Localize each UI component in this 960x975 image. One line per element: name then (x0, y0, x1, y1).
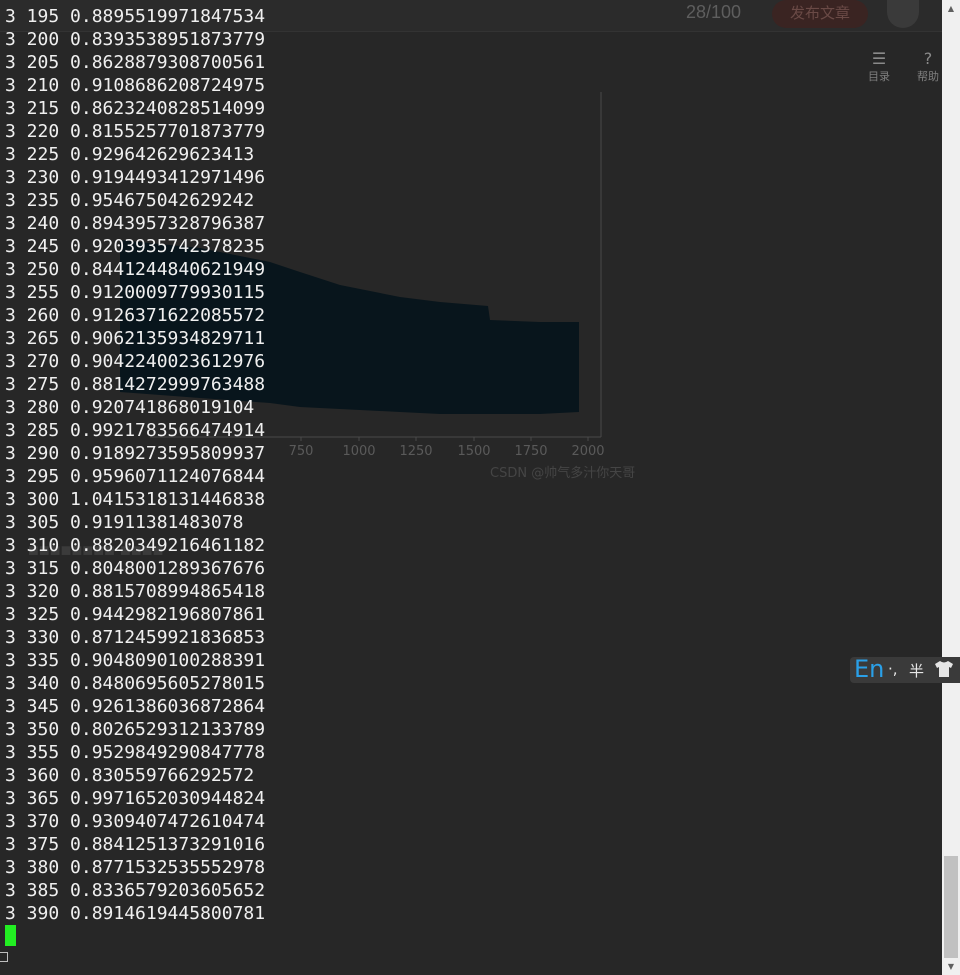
terminal-output: 3 195 0.8895519971847534 3 200 0.83935389… (5, 5, 265, 925)
ime-width-toggle[interactable]: 半 (909, 660, 924, 681)
terminal-line: 3 300 1.0415318131446838 (5, 489, 266, 510)
terminal-line: 3 340 0.8480695605278015 (5, 673, 266, 694)
arrow-down-icon[interactable]: ▼ (942, 958, 960, 975)
vertical-scrollbar[interactable]: ▲ ▼ (942, 0, 960, 975)
terminal-line: 3 315 0.8048001289367676 (5, 558, 266, 579)
terminal-line: 3 290 0.9189273595809937 (5, 443, 266, 464)
terminal-line: 3 220 0.8155257701873779 (5, 121, 266, 142)
terminal-line: 3 385 0.8336579203605652 (5, 880, 266, 901)
terminal-line: 3 345 0.9261386036872864 (5, 696, 266, 717)
terminal-line: 3 245 0.9203935742378235 (5, 236, 266, 257)
terminal-window[interactable]: 3 195 0.8895519971847534 3 200 0.83935389… (0, 0, 942, 975)
terminal-line: 3 305 0.91911381483078 (5, 512, 244, 533)
terminal-line: 3 240 0.8943957328796387 (5, 213, 266, 234)
terminal-line: 3 205 0.8628879308700561 (5, 52, 266, 73)
corner-glyph (0, 952, 8, 962)
terminal-line: 3 210 0.9108686208724975 (5, 75, 266, 96)
terminal-line: 3 275 0.8814272999763488 (5, 374, 266, 395)
terminal-line: 3 200 0.8393538951873779 (5, 29, 266, 50)
arrow-up-icon[interactable]: ▲ (942, 0, 960, 17)
terminal-line: 3 260 0.9126371622085572 (5, 305, 266, 326)
terminal-line: 3 280 0.920741868019104 (5, 397, 255, 418)
terminal-line: 3 230 0.9194493412971496 (5, 167, 266, 188)
shirt-icon[interactable] (934, 660, 954, 678)
terminal-line: 3 355 0.9529849290847778 (5, 742, 266, 763)
terminal-line: 3 330 0.8712459921836853 (5, 627, 266, 648)
ime-status-bar[interactable]: En ·, 半 (850, 655, 960, 683)
terminal-line: 3 195 0.8895519971847534 (5, 6, 266, 27)
terminal-line: 3 360 0.830559766292572 (5, 765, 255, 786)
terminal-line: 3 325 0.9442982196807861 (5, 604, 266, 625)
terminal-line: 3 365 0.9971652030944824 (5, 788, 266, 809)
terminal-line: 3 380 0.8771532535552978 (5, 857, 266, 878)
terminal-line: 3 390 0.8914619445800781 (5, 903, 266, 924)
terminal-cursor (5, 925, 16, 946)
terminal-line: 3 310 0.8820349216461182 (5, 535, 266, 556)
terminal-line: 3 225 0.929642629623413 (5, 144, 255, 165)
terminal-line: 3 285 0.9921783566474914 (5, 420, 266, 441)
screen: 28/100 发布文章 ☰ 目录 ? 帮助 750 1000 1250 1500 175… (0, 0, 960, 975)
terminal-line: 3 350 0.8026529312133789 (5, 719, 266, 740)
terminal-line: 3 375 0.8841251373291016 (5, 834, 266, 855)
ime-language-toggle[interactable]: En (854, 655, 884, 683)
terminal-line: 3 335 0.9048090100288391 (5, 650, 266, 671)
scrollbar-thumb[interactable] (944, 856, 958, 958)
terminal-line: 3 265 0.9062135934829711 (5, 328, 266, 349)
ime-punctuation-toggle[interactable]: ·, (888, 660, 898, 678)
terminal-line: 3 270 0.9042240023612976 (5, 351, 266, 372)
terminal-line: 3 215 0.8623240828514099 (5, 98, 266, 119)
terminal-line: 3 250 0.8441244840621949 (5, 259, 266, 280)
terminal-line: 3 235 0.954675042629242 (5, 190, 255, 211)
terminal-line: 3 320 0.8815708994865418 (5, 581, 266, 602)
terminal-line: 3 255 0.9120009779930115 (5, 282, 266, 303)
terminal-line: 3 370 0.9309407472610474 (5, 811, 266, 832)
terminal-line: 3 295 0.9596071124076844 (5, 466, 266, 487)
